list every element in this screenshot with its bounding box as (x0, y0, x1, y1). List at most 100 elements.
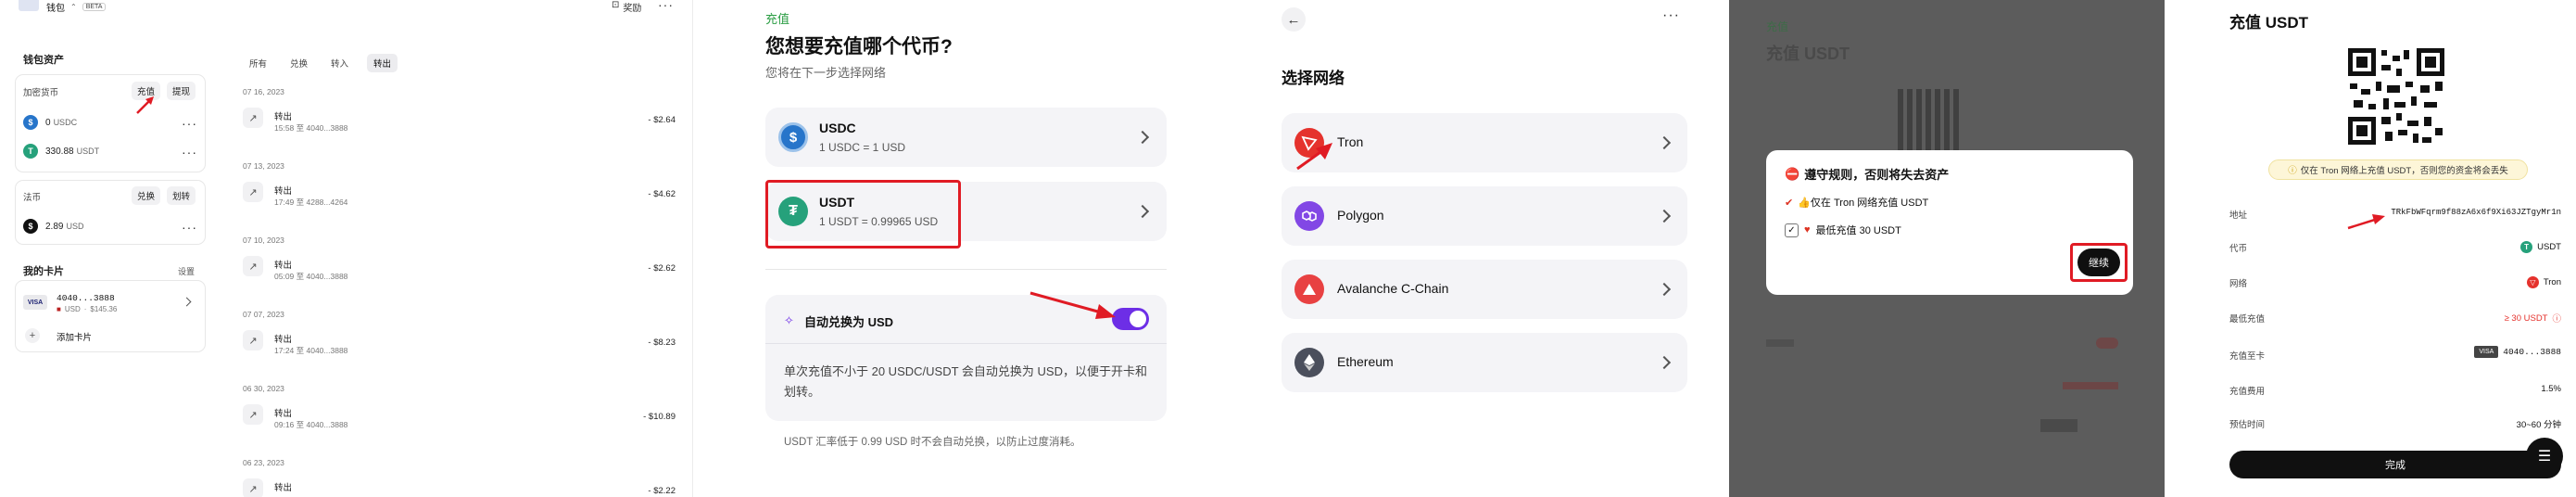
divider (765, 343, 1167, 344)
rewards-label: 奖励 (623, 4, 642, 14)
tx-amount: - $2.64 (648, 115, 676, 125)
auto-convert-description: 单次充值不小于 20 USDC/USDT 会自动兑换为 USD，以便于开卡和划转… (784, 364, 1147, 399)
app-logo (19, 0, 39, 11)
support-chat-icon[interactable]: ☰ (2526, 438, 2563, 475)
flag-icon: ■ (57, 305, 61, 313)
info-icon[interactable]: ⓘ (2552, 312, 2561, 325)
dollar-icon: $ (23, 219, 38, 234)
step-label: 充值 (765, 12, 790, 26)
gift-icon: ⊡ (612, 0, 620, 10)
plus-icon[interactable]: + (25, 328, 40, 343)
more-icon[interactable]: ··· (182, 146, 197, 159)
tab-exchange[interactable]: 兑换 (284, 54, 314, 72)
avalanche-icon (1294, 274, 1324, 304)
network-warning-banner: ⓘ 仅在 Tron 网络上充值 USDT，否则您的资金将会丢失 (2268, 159, 2528, 180)
rewards-link[interactable]: ⊡ 奖励 (612, 0, 641, 14)
heart-icon: ♥ (1804, 224, 1811, 236)
card-number[interactable]: 4040...3888 (57, 293, 115, 303)
time-value: 30~60 分钟 (2516, 420, 2561, 430)
bg-details (1766, 334, 2118, 473)
bg-qr-code (1898, 89, 1963, 150)
token-option-usdc[interactable]: $ USDC 1 USDC = 1 USD (765, 108, 1167, 167)
crypto-title: 加密货币 (23, 88, 59, 98)
chevron-right-icon (1657, 282, 1672, 297)
tron-icon: ▽ (2526, 276, 2539, 288)
polygon-icon (1294, 201, 1324, 231)
tab-in[interactable]: 转入 (324, 54, 355, 72)
network-option-polygon[interactable]: Polygon (1282, 186, 1687, 246)
network-name: Ethereum (1337, 354, 1394, 369)
usdc-symbol: USDC (53, 118, 78, 127)
bg-title: 充值 USDT (1766, 45, 1850, 63)
network-option-tron[interactable]: Tron (1282, 113, 1687, 172)
chevron-right-icon (1135, 204, 1150, 219)
fiat-row-usd[interactable]: $ 2.89 USD (23, 219, 83, 234)
token-name: USDC (819, 121, 856, 135)
warning-icon: ⛔ (1785, 166, 1800, 181)
ethereum-icon (1294, 348, 1324, 377)
exchange-button[interactable]: 兑换 (132, 186, 161, 205)
detail-label: 网络 (2229, 279, 2248, 289)
annotation-highlight (2070, 243, 2128, 282)
usdt-symbol: USDT (76, 147, 100, 156)
more-icon[interactable]: ··· (182, 117, 197, 130)
tx-detail: 09:16 至 4040...3888 (274, 420, 348, 429)
modal-title-text: 遵守规则，否则将失去资产 (1804, 168, 1950, 182)
card-currency: USD (64, 305, 81, 313)
rule-item: ✔ 👍仅在 Tron 网络充值 USDT (1785, 195, 1928, 210)
withdraw-button[interactable]: 提现 (167, 82, 196, 100)
back-arrow-icon[interactable]: ← (1282, 7, 1306, 32)
tab-out[interactable]: 转出 (367, 54, 398, 72)
add-card-link[interactable]: 添加卡片 (57, 330, 92, 343)
tx-date: 06 30, 2023 (243, 384, 284, 393)
cards-title: 我的卡片 (23, 266, 64, 277)
usd-symbol: USD (66, 222, 84, 231)
sparkle-icon: ✧ (784, 313, 794, 327)
card-balance: $145.36 (90, 305, 118, 313)
rule-text: 👍仅在 Tron 网络充值 USDT (1798, 198, 1929, 209)
tx-amount: - $8.23 (648, 338, 676, 348)
annotation-arrow (1294, 141, 1334, 172)
wallet-title[interactable]: 钱包 (46, 0, 65, 14)
tx-amount: - $2.22 (648, 486, 676, 496)
crypto-row-usdc[interactable]: $ 0 USDC (23, 115, 77, 130)
network-option-avalanche[interactable]: Avalanche C-Chain (1282, 260, 1687, 319)
network-option-ethereum[interactable]: Ethereum (1282, 333, 1687, 392)
usdt-amount: 330.88 (45, 146, 74, 157)
qr-code (2348, 48, 2444, 145)
checkbox[interactable]: ✓ (1785, 223, 1799, 237)
auto-convert-toggle[interactable] (1112, 308, 1149, 330)
more-icon[interactable]: ··· (182, 221, 197, 234)
settings-link[interactable]: 设置 (178, 265, 195, 277)
network-name: Tron (1337, 134, 1364, 149)
transfer-button[interactable]: 划转 (167, 186, 196, 205)
detail-label: 代币 (2229, 244, 2248, 254)
tab-all[interactable]: 所有 (243, 54, 273, 72)
network-value-text: Tron (2543, 277, 2561, 287)
more-icon[interactable]: ··· (658, 0, 674, 11)
fee-value: 1.5% (2541, 384, 2561, 394)
crypto-row-usdt[interactable]: T 330.88 USDT (23, 144, 99, 159)
rule-item[interactable]: ✓ ♥ 最低充值 30 USDT (1785, 223, 1901, 237)
usdc-icon: $ (778, 122, 808, 152)
tx-date: 07 13, 2023 (243, 161, 284, 171)
wallet-panel: 钱包 ⌃ BETA ⊡ 奖励 ··· 钱包资产 加密货币 充值 提现 $ 0 US… (0, 0, 693, 497)
annotation-arrow (133, 96, 156, 117)
page-title: 您想要充值哪个代币? (765, 36, 953, 57)
modal-title: ⛔ 遵守规则，否则将失去资产 (1785, 165, 1949, 183)
cards-card (15, 280, 206, 352)
token-value: T USDT (2520, 241, 2561, 253)
auto-convert-label: 自动兑换为 USD (804, 315, 894, 329)
page-title: 选择网络 (1282, 70, 1345, 87)
network-name: Polygon (1337, 208, 1384, 223)
address-value[interactable]: TRkFbWFqrm9f88zA6x6f9Xi63JZTgyMr1n (2391, 208, 2561, 217)
arrow-up-right-icon: ↗ (243, 478, 263, 497)
detail-label: 预估时间 (2229, 420, 2266, 430)
detail-label: 最低充值 (2229, 314, 2266, 325)
tx-title: 转出 (274, 186, 293, 197)
tx-amount: - $10.89 (643, 412, 676, 422)
done-button[interactable]: 完成 (2229, 451, 2561, 478)
card-balance-line: ■ USD · $145.36 (57, 305, 118, 313)
page-subtitle: 您将在下一步选择网络 (765, 66, 887, 80)
more-icon[interactable]: ··· (1662, 7, 1680, 24)
